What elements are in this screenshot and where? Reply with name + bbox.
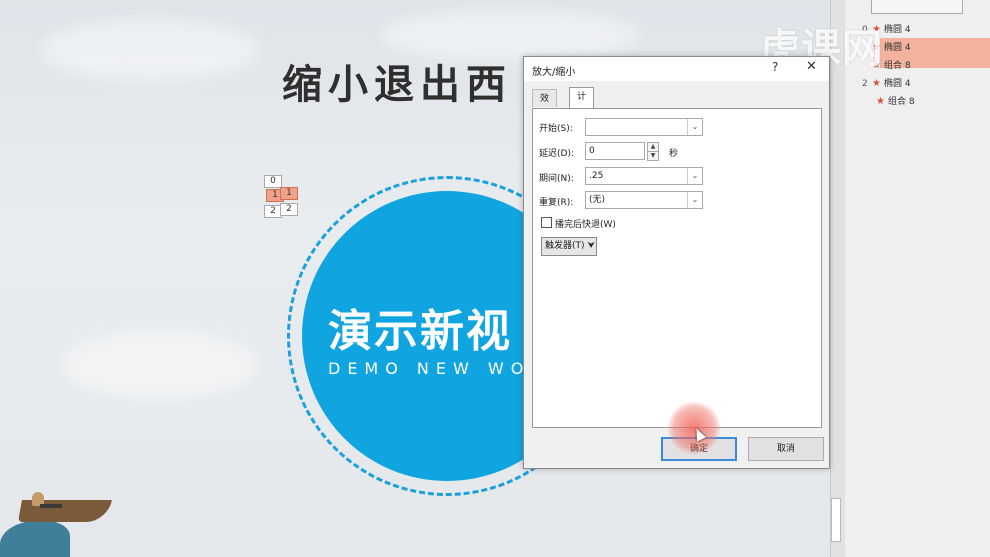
person-illustration	[40, 504, 62, 508]
repeat-select[interactable]: (无) ⌄	[585, 191, 703, 209]
delay-unit: 秒	[669, 149, 679, 159]
animation-tag[interactable]: 2	[280, 203, 298, 216]
cloud-decoration	[40, 20, 260, 80]
delay-label: 延迟(D):	[539, 149, 574, 159]
chevron-down-icon: ⌄	[687, 168, 702, 184]
duration-label: 期间(N):	[539, 174, 574, 184]
animation-list-item[interactable]: 2 ★ 椭圆 4	[862, 76, 911, 89]
duration-select[interactable]: .25 ⌄	[585, 167, 703, 185]
delay-input[interactable]: 0	[585, 142, 645, 160]
start-label: 开始(S):	[539, 124, 573, 134]
animation-list-item[interactable]: ★ 组合 8	[876, 94, 915, 107]
rewind-label: 播完后快退(W)	[555, 220, 616, 230]
tab-timing[interactable]: 计时	[569, 87, 595, 120]
play-selected-button[interactable]	[871, 0, 963, 14]
tab-effect[interactable]: 效果	[532, 89, 558, 122]
circle-title-en: DEMO NEW WO	[328, 359, 531, 378]
slide-title[interactable]: 缩小退出西	[282, 52, 512, 110]
chevron-down-icon: ⌄	[687, 192, 702, 208]
star-icon: ★	[872, 78, 881, 89]
help-icon[interactable]: ?	[772, 60, 778, 74]
scrollbar-thumb[interactable]	[831, 498, 841, 542]
animation-tag-selected[interactable]: 1	[280, 187, 298, 200]
cancel-button[interactable]: 取消	[748, 437, 824, 461]
star-icon: ★	[876, 96, 885, 107]
wave-decoration	[0, 520, 70, 557]
cloud-decoration	[60, 330, 260, 400]
close-icon[interactable]: ✕	[806, 59, 817, 74]
rewind-checkbox[interactable]	[541, 217, 552, 228]
trigger-button[interactable]: 触发器(T) ⮟	[541, 237, 597, 256]
chevron-down-icon: ⌄	[687, 119, 702, 135]
timing-panel: 开始(S): ⌄ 延迟(D): 0 ▲ ▼ 秒 期间(N): .25 ⌄ 重复(…	[532, 108, 822, 428]
start-select[interactable]: ⌄	[585, 118, 703, 136]
circle-title-cn: 演示新视	[328, 306, 512, 357]
repeat-label: 重复(R):	[539, 198, 574, 208]
click-indicator	[668, 402, 720, 454]
dialog-titlebar[interactable]: 放大/缩小 ? ✕	[524, 57, 829, 81]
spin-down-icon[interactable]: ▼	[647, 151, 659, 161]
dialog-title: 放大/缩小	[532, 67, 576, 78]
